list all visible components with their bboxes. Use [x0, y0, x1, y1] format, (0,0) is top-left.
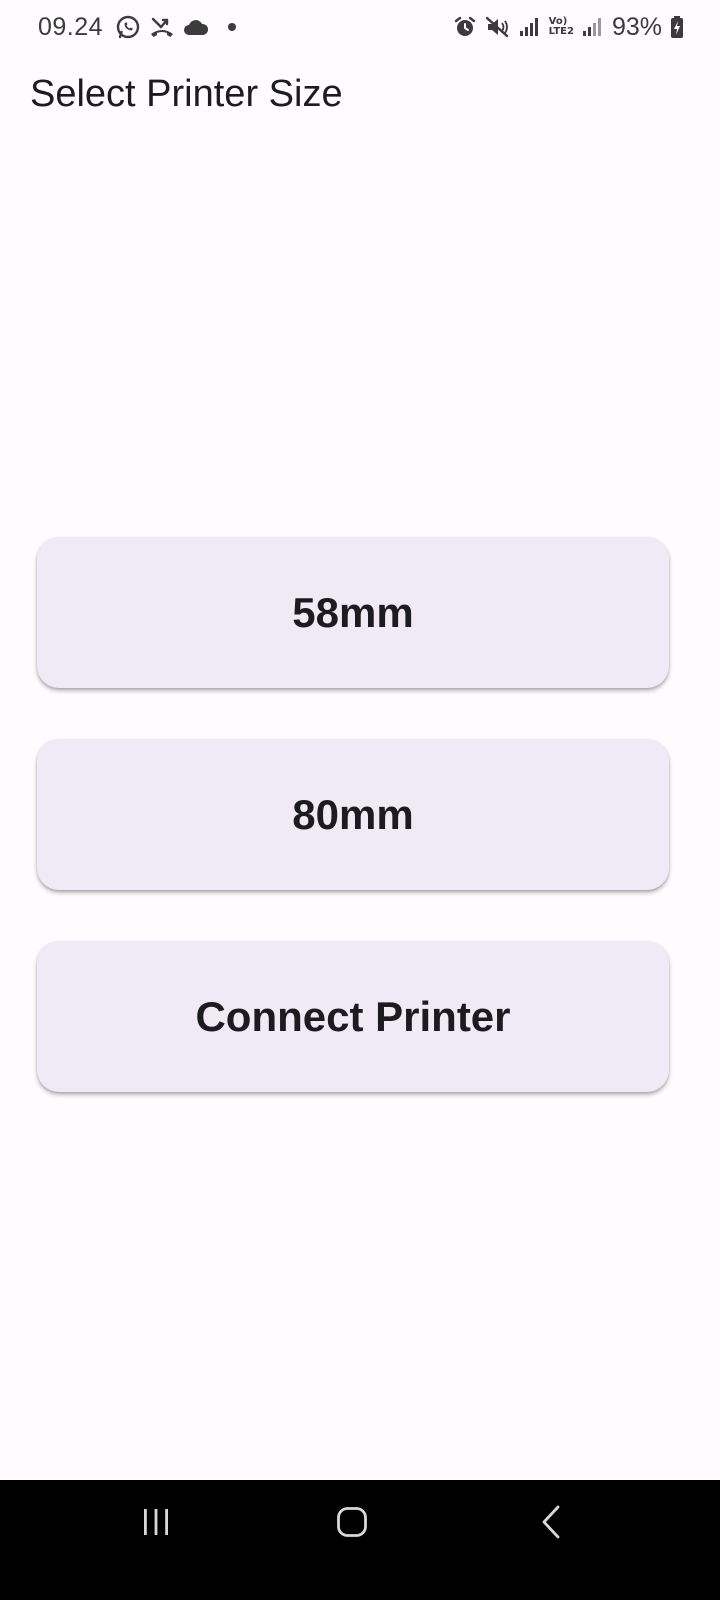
- status-bar: 09.24 Vo) LTE2 93%: [0, 0, 720, 54]
- app-bar: Select Printer Size: [0, 54, 720, 146]
- lte-bottom-label: LTE2: [548, 26, 574, 37]
- whatsapp-icon: [115, 14, 141, 40]
- battery-charging-icon: [670, 15, 684, 39]
- lte-indicator: Vo) LTE2: [549, 17, 574, 37]
- status-left: 09.24: [38, 13, 237, 42]
- recents-button[interactable]: [96, 1480, 216, 1568]
- mute-icon: [485, 15, 511, 39]
- status-right: Vo) LTE2 93%: [453, 13, 684, 42]
- dot-icon: [227, 22, 237, 32]
- cloud-icon: [183, 17, 209, 37]
- navigation-bar: [0, 1480, 720, 1600]
- connect-printer-button[interactable]: Connect Printer: [37, 941, 669, 1092]
- size-58mm-button[interactable]: 58mm: [37, 537, 669, 688]
- signal-icon-2: [582, 16, 604, 38]
- back-button[interactable]: [491, 1480, 611, 1568]
- home-button[interactable]: [292, 1480, 412, 1568]
- alarm-icon: [453, 15, 477, 39]
- status-time: 09.24: [38, 12, 104, 41]
- signal-icon: [519, 16, 541, 38]
- home-icon: [336, 1506, 368, 1543]
- size-80mm-button[interactable]: 80mm: [37, 739, 669, 890]
- back-icon: [539, 1505, 563, 1544]
- missed-call-icon: [149, 14, 175, 40]
- page-title: Select Printer Size: [30, 72, 343, 115]
- battery-percent: 93%: [611, 12, 662, 41]
- recents-icon: [141, 1507, 171, 1542]
